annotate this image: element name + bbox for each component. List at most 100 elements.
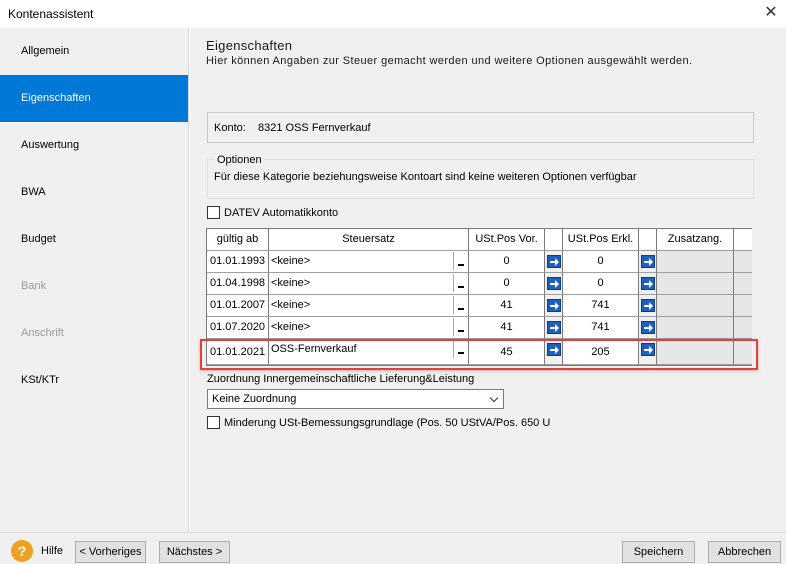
dropdown-icon[interactable] [453,318,467,336]
ust-pos-erkl-cell[interactable]: 741 [563,317,639,339]
steuersatz-select[interactable]: OSS-Fernverkauf [269,339,469,365]
page-subtitle: Hier können Angaben zur Steuer gemacht w… [206,55,693,67]
dropdown-icon[interactable] [453,296,467,314]
arrow-right-icon [641,255,655,268]
sidebar-item-budget[interactable]: Budget [0,216,188,263]
vor-lookup-button[interactable] [545,273,563,295]
erkl-lookup-button[interactable] [639,273,657,295]
header-ust-pos-erkl: USt.Pos Erkl. [563,229,639,251]
optionen-legend: Optionen [215,154,264,166]
steuersatz-value: <keine> [271,255,311,267]
steuersatz-select[interactable]: <keine> [269,251,469,273]
ust-pos-vor-cell[interactable]: 0 [469,251,545,273]
prev-button[interactable]: < Vorheriges [75,541,146,563]
sidebar: Allgemein Eigenschaften Auswertung BWA B… [0,28,189,532]
arrow-right-icon [641,299,655,312]
zuordnung-value: Keine Zuordnung [212,393,297,405]
zusatzang-cell [657,339,734,365]
arrow-right-icon [641,277,655,290]
help-label[interactable]: Hilfe [41,545,63,557]
ust-pos-erkl-cell[interactable]: 205 [563,339,639,365]
row-end-cell [734,339,752,365]
konto-box: Konto: 8321 OSS Fernverkauf [207,112,754,143]
konto-label: Konto: [214,122,246,134]
sidebar-item-anschrift: Anschrift [21,327,64,339]
vor-lookup-button[interactable] [545,339,563,365]
arrow-right-icon [547,321,561,334]
erkl-lookup-button[interactable] [639,295,657,317]
ust-pos-vor-cell[interactable]: 45 [469,339,545,365]
arrow-right-icon [547,299,561,312]
row-date[interactable]: 01.07.2020 [207,317,269,339]
zuordnung-select[interactable]: Keine Zuordnung [207,389,504,409]
steuersatz-value: <keine> [271,277,311,289]
row-end-cell [734,273,752,295]
row-date[interactable]: 01.04.1998 [207,273,269,295]
zusatzang-cell [657,273,734,295]
row-end-cell [734,251,752,273]
row-date[interactable]: 01.01.2007 [207,295,269,317]
arrow-right-icon [547,343,561,356]
row-date[interactable]: 01.01.2021 [207,339,269,365]
datev-checkbox[interactable] [207,206,220,219]
dropdown-icon[interactable] [453,274,467,292]
header-blank-3 [734,229,752,251]
footer: ? Hilfe < Vorheriges Nächstes > Speicher… [0,532,786,564]
steuersatz-select[interactable]: <keine> [269,317,469,339]
row-end-cell [734,317,752,339]
minderung-checkbox[interactable] [207,416,220,429]
header-gueltig-ab: gültig ab [207,229,269,251]
steuersatz-value: <keine> [271,299,311,311]
close-icon[interactable]: ✕ [756,0,786,28]
main-content: Eigenschaften Hier können Angaben zur St… [190,28,786,532]
sidebar-item-allgemein[interactable]: Allgemein [0,28,188,75]
ust-pos-vor-cell[interactable]: 0 [469,273,545,295]
next-button[interactable]: Nächstes > [159,541,230,563]
row-date[interactable]: 01.01.1993 [207,251,269,273]
vor-lookup-button[interactable] [545,251,563,273]
zuordnung-label: Zuordnung Innergemeinschaftliche Lieferu… [207,373,475,385]
header-ust-pos-vor: USt.Pos Vor. [469,229,545,251]
sidebar-item-eigenschaften[interactable]: Eigenschaften [0,75,188,122]
header-steuersatz: Steuersatz [269,229,469,251]
cancel-button[interactable]: Abbrechen [708,541,781,563]
save-button[interactable]: Speichern [622,541,695,563]
vor-lookup-button[interactable] [545,295,563,317]
header-blank-1 [545,229,563,251]
ust-pos-erkl-cell[interactable]: 0 [563,273,639,295]
konto-value: 8321 OSS Fernverkauf [258,122,371,134]
sidebar-item-auswertung[interactable]: Auswertung [0,122,188,169]
sidebar-item-bwa[interactable]: BWA [0,169,188,216]
arrow-right-icon [641,321,655,334]
help-icon[interactable]: ? [11,540,33,562]
sidebar-item-kst-ktr[interactable]: KSt/KTr [0,357,188,404]
window-title: Kontenassistent [8,7,94,21]
optionen-group: Optionen Für diese Kategorie beziehungsw… [207,154,754,199]
optionen-text: Für diese Kategorie beziehungsweise Kont… [214,171,637,183]
tax-table: gültig ab Steuersatz USt.Pos Vor. USt.Po… [206,228,752,366]
chevron-down-icon [489,393,499,403]
arrow-right-icon [641,343,655,356]
ust-pos-erkl-cell[interactable]: 0 [563,251,639,273]
dropdown-icon[interactable] [453,252,467,270]
zusatzang-cell [657,317,734,339]
header-blank-2 [639,229,657,251]
page-title: Eigenschaften [206,38,293,53]
steuersatz-value: <keine> [271,321,311,333]
erkl-lookup-button[interactable] [639,251,657,273]
dropdown-icon[interactable] [453,340,467,358]
erkl-lookup-button[interactable] [639,339,657,365]
steuersatz-select[interactable]: <keine> [269,295,469,317]
steuersatz-select[interactable]: <keine> [269,273,469,295]
header-zusatzang: Zusatzang. [657,229,734,251]
datev-label: DATEV Automatikkonto [224,207,339,219]
sidebar-item-bank: Bank [21,280,47,292]
minderung-label: Minderung USt-Bemessungsgrundlage (Pos. … [224,417,551,429]
ust-pos-vor-cell[interactable]: 41 [469,295,545,317]
title-bar: Kontenassistent ✕ [0,0,786,28]
erkl-lookup-button[interactable] [639,317,657,339]
arrow-right-icon [547,255,561,268]
vor-lookup-button[interactable] [545,317,563,339]
ust-pos-erkl-cell[interactable]: 741 [563,295,639,317]
ust-pos-vor-cell[interactable]: 41 [469,317,545,339]
